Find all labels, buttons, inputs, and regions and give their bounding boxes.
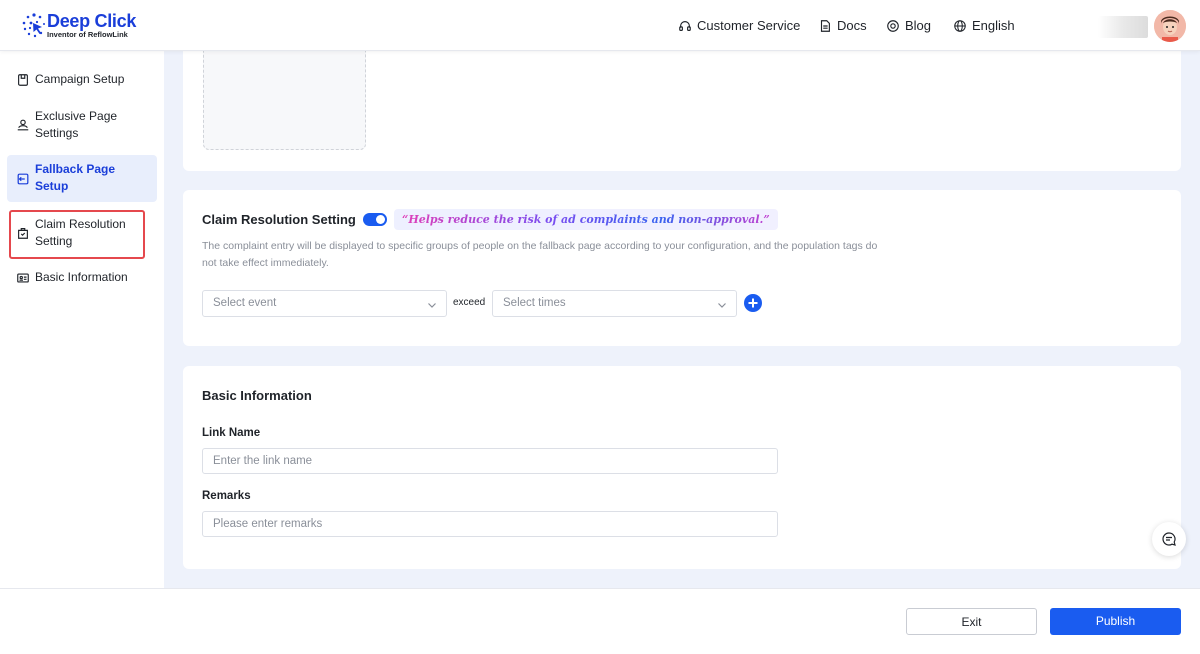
exclusive-page-icon: [17, 119, 29, 131]
sidebar-item-label: Campaign Setup: [35, 72, 125, 86]
link-name-label: Link Name: [202, 427, 261, 439]
sidebar-item-basic-information[interactable]: Basic Information: [7, 268, 157, 288]
publish-button[interactable]: Publish: [1050, 608, 1181, 635]
promo-tagline: “Helps reduce the risk of ad complaints …: [394, 209, 778, 230]
campaign-icon: [18, 74, 28, 86]
top-header: Deep Click Inventor of ReflowLink Custom…: [0, 0, 1200, 51]
sidebar-item-claim-resolution-setting[interactable]: Claim Resolution Setting: [7, 215, 157, 251]
chat-bubble-icon: [1162, 532, 1176, 546]
sidebar: Campaign Setup Exclusive Page Settings F…: [0, 51, 164, 588]
nav-docs[interactable]: Docs: [818, 0, 867, 51]
times-select-placeholder: Select times: [503, 297, 566, 309]
nav-blog-label: Blog: [905, 18, 932, 33]
basic-information-title: Basic Information: [202, 388, 312, 403]
event-select[interactable]: Select event: [202, 290, 447, 317]
add-rule-button[interactable]: [744, 294, 762, 312]
nav-language-label: English: [972, 18, 1015, 33]
basic-information-card: Basic Information Link Name Remarks: [183, 366, 1181, 569]
sidebar-item-exclusive-page-settings[interactable]: Exclusive Page Settings: [7, 107, 157, 143]
id-card-icon: [17, 273, 29, 283]
link-name-input-wrapper: [202, 448, 778, 474]
claim-resolution-title: Claim Resolution Setting: [202, 212, 356, 227]
fallback-page-card: [183, 47, 1181, 171]
event-select-placeholder: Select event: [213, 297, 277, 309]
sidebar-item-label: Exclusive Page Settings: [35, 109, 118, 140]
sidebar-item-label: Basic Information: [35, 270, 128, 284]
logo-dots-icon: [22, 13, 45, 38]
claim-resolution-toggle[interactable]: [363, 213, 387, 226]
brand-subtitle: Inventor of ReflowLink: [47, 30, 128, 39]
fallback-page-icon: [17, 173, 29, 185]
avatar[interactable]: [1154, 10, 1186, 42]
image-upload-area[interactable]: [203, 47, 366, 150]
headset-icon: [679, 20, 691, 31]
sidebar-item-label: Fallback Page Setup: [35, 162, 116, 193]
remarks-input-wrapper: [202, 511, 778, 537]
nav-customer-service-label: Customer Service: [697, 18, 801, 33]
document-icon: [820, 19, 830, 32]
nav-docs-label: Docs: [837, 18, 867, 33]
blog-icon: [887, 19, 899, 32]
footer-bar: Exit Publish: [0, 588, 1200, 654]
nav-customer-service[interactable]: Customer Service: [678, 0, 800, 51]
claim-description: The complaint entry will be displayed to…: [202, 240, 878, 269]
nav-language[interactable]: English: [953, 0, 1015, 51]
chevron-down-icon: [718, 303, 726, 308]
globe-icon: [954, 19, 966, 32]
brand-logo[interactable]: Deep Click Inventor of ReflowLink: [20, 11, 140, 41]
exceed-label: exceed: [453, 297, 486, 308]
username-redacted: [1098, 16, 1148, 38]
nav-blog[interactable]: Blog: [886, 0, 931, 51]
link-name-input[interactable]: [203, 449, 777, 473]
sidebar-item-fallback-page-setup[interactable]: Fallback Page Setup: [7, 155, 157, 202]
claim-resolution-icon: [18, 228, 28, 239]
avatar-illustration: [1154, 10, 1186, 42]
remarks-input[interactable]: [203, 512, 777, 536]
chat-support-button[interactable]: [1152, 522, 1186, 556]
brand-title: Deep Click: [47, 11, 137, 31]
remarks-label: Remarks: [202, 490, 251, 502]
claim-resolution-card: Claim Resolution Setting “Helps reduce t…: [183, 190, 1181, 346]
chevron-down-icon: [428, 303, 436, 308]
sidebar-item-label: Claim Resolution Setting: [35, 217, 126, 248]
sidebar-item-campaign-setup[interactable]: Campaign Setup: [7, 70, 157, 90]
times-select[interactable]: Select times: [492, 290, 737, 317]
exit-button[interactable]: Exit: [906, 608, 1037, 635]
